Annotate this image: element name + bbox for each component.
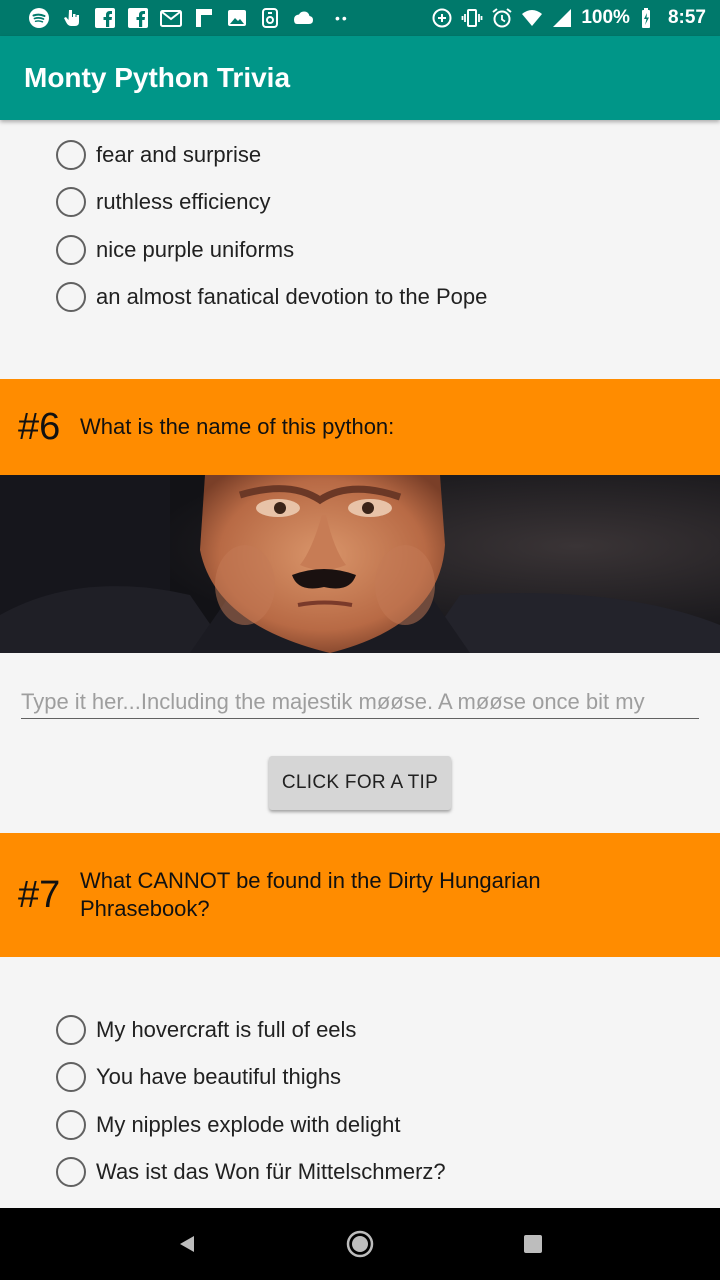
python-portrait-illustration [0, 475, 720, 653]
python-name-input[interactable] [21, 687, 699, 717]
question-5-options: fear and surprise ruthless efficiency ni… [0, 120, 720, 321]
clock: 8:57 [667, 7, 706, 28]
facebook-icon [127, 7, 149, 29]
question-text: What CANNOT be found in the Dirty Hungar… [80, 868, 541, 921]
option-label: nice purple uniforms [96, 236, 295, 262]
image-icon [226, 7, 248, 29]
radio-button[interactable] [56, 1062, 86, 1093]
question-number: #6 [18, 405, 61, 448]
radio-button[interactable] [56, 1109, 86, 1140]
data-saver-icon [431, 7, 453, 29]
app-bar: Monty Python Trivia [0, 36, 720, 120]
radio-option[interactable]: My nipples explode with delight [56, 1101, 720, 1149]
radio-option[interactable]: nice purple uniforms [56, 226, 720, 274]
facebook-icon [94, 7, 116, 29]
option-label: My nipples explode with delight [96, 1111, 401, 1137]
question-7-options: My hovercraft is full of eels You have b… [0, 957, 720, 1196]
radio-button[interactable] [56, 234, 86, 265]
question-text: What is the name of this python: [80, 414, 395, 439]
radio-option[interactable]: My hovercraft is full of eels [56, 1006, 720, 1054]
back-icon[interactable] [163, 1220, 211, 1268]
notification-icons: •• [28, 7, 431, 29]
radio-option[interactable]: ruthless efficiency [56, 179, 720, 227]
radio-button[interactable] [56, 282, 86, 313]
more-notifications-icon: •• [335, 10, 349, 26]
option-label: Was ist das Won für Mittelschmerz? [96, 1159, 446, 1185]
alarm-icon [491, 7, 513, 29]
spotify-icon [28, 7, 50, 29]
option-label: My hovercraft is full of eels [96, 1016, 357, 1042]
flipboard-icon [193, 7, 215, 29]
radio-option[interactable]: You have beautiful thighs [56, 1054, 720, 1102]
radio-button[interactable] [56, 187, 86, 218]
gmail-icon [160, 7, 182, 29]
signal-icon [551, 7, 573, 29]
tip-row: CLICK FOR A TIP [0, 756, 720, 810]
battery-icon [638, 7, 660, 29]
hand-icon [61, 7, 83, 29]
status-bar: •• 100% 8:57 [0, 0, 720, 36]
question-6-header: #6 What is the name of this python: [0, 379, 720, 475]
tip-button[interactable]: CLICK FOR A TIP [269, 756, 451, 810]
option-label: You have beautiful thighs [96, 1064, 342, 1090]
radio-option[interactable]: Was ist das Won für Mittelschmerz? [56, 1149, 720, 1197]
battery-percent: 100% [581, 7, 630, 28]
radio-button[interactable] [56, 139, 86, 170]
radio-button[interactable] [56, 1157, 86, 1188]
app-title: Monty Python Trivia [24, 62, 291, 93]
recents-icon[interactable] [509, 1220, 557, 1268]
wifi-icon [521, 7, 543, 29]
vibrate-icon [461, 7, 483, 29]
radio-option[interactable]: fear and surprise [56, 131, 720, 179]
quiz-scroll-view[interactable]: fear and surprise ruthless efficiency ni… [0, 120, 720, 1208]
question-number: #7 [18, 873, 61, 916]
system-status: 100% 8:57 [431, 7, 706, 29]
radio-option[interactable]: an almost fanatical devotion to the Pope [56, 274, 720, 322]
option-label: fear and surprise [96, 141, 262, 167]
python-name-input-field[interactable] [21, 687, 699, 719]
option-label: ruthless efficiency [96, 189, 271, 215]
question-7-header: #7 What CANNOT be found in the Dirty Hun… [0, 833, 720, 957]
radio-button[interactable] [56, 1014, 86, 1045]
lock-icon [259, 7, 281, 29]
python-photo [0, 475, 720, 653]
cloud-icon [292, 7, 314, 29]
home-icon[interactable] [336, 1220, 384, 1268]
navigation-bar [0, 1208, 720, 1280]
option-label: an almost fanatical devotion to the Pope [96, 284, 488, 310]
